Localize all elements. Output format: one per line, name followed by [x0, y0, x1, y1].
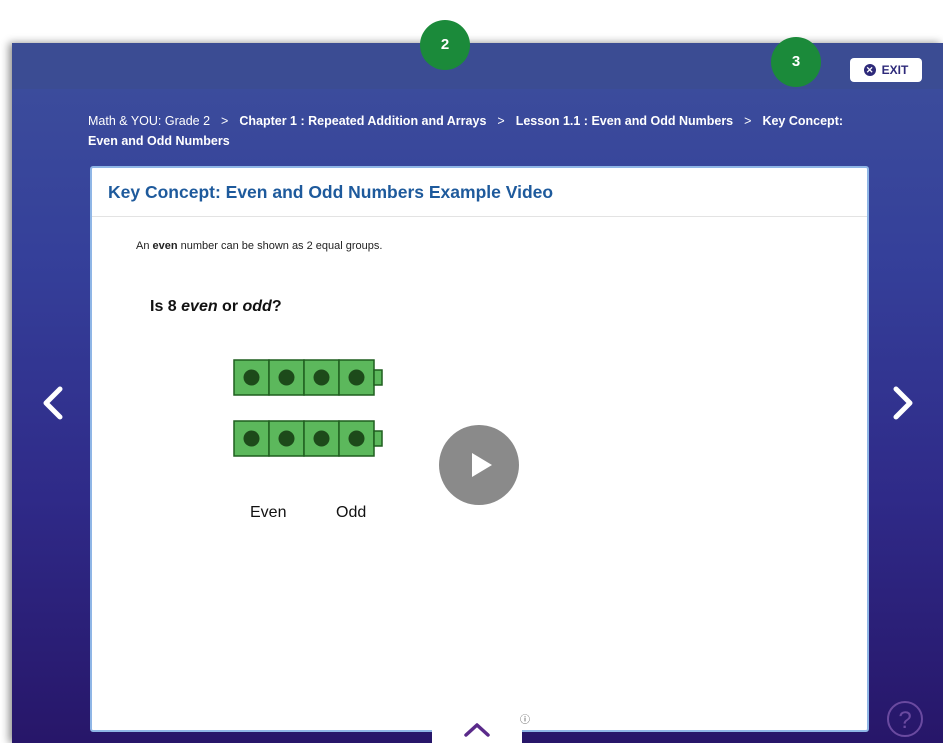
expand-drawer-button[interactable] — [432, 713, 522, 743]
odd-label: Odd — [336, 504, 367, 521]
course-viewer: ✕ EXIT Math & YOU: Grade 2 > Chapter 1 : R… — [12, 43, 943, 743]
exit-button[interactable]: ✕ EXIT — [850, 58, 922, 82]
cube-dot — [348, 369, 365, 386]
chevron-up-icon — [464, 723, 490, 737]
cube-dot — [278, 369, 295, 386]
breadcrumb-separator: > — [221, 114, 229, 128]
breadcrumb-item-lesson[interactable]: Lesson 1.1 : Even and Odd Numbers — [516, 114, 733, 128]
cube-connector — [373, 369, 383, 386]
video-frame[interactable]: An even number can be shown as 2 equal g… — [92, 218, 867, 728]
cube-dot — [243, 430, 260, 447]
card-title: Key Concept: Even and Odd Numbers Exampl… — [108, 182, 554, 202]
play-button[interactable] — [439, 425, 519, 505]
cube-dot — [243, 369, 260, 386]
cube-connector — [373, 430, 383, 447]
play-icon — [472, 453, 492, 477]
breadcrumb-separator: > — [497, 114, 505, 128]
cube-dot — [278, 430, 295, 447]
chevron-left-icon — [43, 386, 63, 420]
help-button[interactable]: ? — [887, 701, 923, 737]
cube-dot — [313, 430, 330, 447]
close-circle-icon: ✕ — [863, 64, 876, 76]
cube-dot — [313, 369, 330, 386]
cube-dot — [348, 430, 365, 447]
next-button[interactable] — [888, 383, 918, 423]
even-label: Even — [250, 504, 287, 521]
breadcrumb-item-course[interactable]: Math & YOU: Grade 2 — [88, 114, 210, 128]
cube-illustration — [233, 359, 383, 457]
previous-button[interactable] — [38, 383, 68, 423]
breadcrumb: Math & YOU: Grade 2 > Chapter 1 : Repeated… — [88, 111, 868, 151]
card-divider — [92, 216, 867, 217]
info-icon[interactable]: ⓘ — [520, 711, 530, 726]
breadcrumb-item-chapter[interactable]: Chapter 1 : Repeated Addition and Arrays — [239, 114, 486, 128]
breadcrumb-separator: > — [744, 114, 752, 128]
content-card: Key Concept: Even and Odd Numbers Exampl… — [90, 166, 869, 732]
exit-label: EXIT — [881, 63, 909, 77]
annotation-marker-2: 2 — [420, 20, 470, 70]
annotation-marker-3: 3 — [771, 37, 821, 87]
chevron-right-icon — [893, 386, 913, 420]
